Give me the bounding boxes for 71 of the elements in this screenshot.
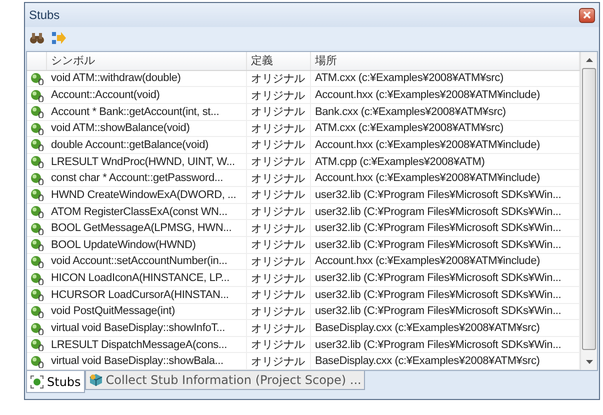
stub-icon — [30, 155, 44, 168]
table-cell: オリジナル — [247, 336, 311, 352]
table-cell: HWND CreateWindowExA(DWORD, ... — [47, 187, 247, 203]
column-header[interactable]: シンボル — [47, 52, 247, 70]
stub-icon — [30, 304, 44, 318]
table-cell: オリジナル — [247, 154, 311, 170]
table-cell: オリジナル — [247, 170, 311, 186]
stub-icon — [30, 188, 44, 202]
table-cell: オリジナル — [247, 204, 311, 220]
stub-icon — [30, 88, 44, 102]
table-cell: オリジナル — [247, 320, 311, 336]
table-cell: ATOM RegisterClassExA(const WN... — [47, 204, 247, 220]
up-arrow-icon[interactable] — [586, 58, 592, 62]
stub-icon — [30, 272, 44, 285]
table-cell: virtual void BaseDisplay::showInfoT... — [47, 320, 247, 336]
table-cell: オリジナル — [247, 237, 311, 253]
table-cell: オリジナル — [247, 137, 311, 153]
stub-icon — [30, 374, 44, 388]
stub-icon — [30, 122, 44, 135]
stub-icon — [30, 172, 44, 185]
binoculars-icon — [29, 30, 45, 46]
stub-icon — [30, 322, 44, 335]
scroll-thumb[interactable] — [582, 68, 596, 350]
stub-icon — [30, 205, 44, 218]
table-cell: オリジナル — [247, 70, 311, 86]
table-cell: オリジナル — [247, 120, 311, 136]
collect-button[interactable] — [51, 30, 67, 46]
table-cell: オリジナル — [247, 220, 311, 236]
table-cell: Account * Bank::getAccount(int, st... — [47, 104, 247, 120]
scrollbar[interactable] — [580, 52, 597, 370]
panel-tab[interactable]: Stubs — [26, 371, 85, 393]
stub-icon — [30, 105, 44, 118]
close-icon — [583, 11, 591, 19]
table-cell: オリジナル — [247, 254, 311, 270]
stub-icon — [30, 254, 44, 268]
table-cell: HCURSOR LoadCursorA(HINSTAN... — [47, 286, 247, 303]
table-cell: オリジナル — [247, 87, 311, 103]
table-cell: オリジナル — [247, 286, 311, 303]
table-cell: double Account::getBalance(void) — [47, 137, 247, 153]
table-cell: オリジナル — [247, 187, 311, 203]
table-cell: オリジナル — [247, 353, 311, 370]
stub-icon — [30, 72, 44, 85]
table-cell: HICON LoadIconA(HINSTANCE, LP... — [47, 270, 247, 286]
table-cell: void Account::setAccountNumber(in... — [47, 254, 247, 270]
table-cell: LRESULT WndProc(HWND, UINT, W... — [47, 154, 247, 170]
table-cell: void ATM::showBalance(void) — [47, 120, 247, 136]
stub-icon — [30, 354, 44, 368]
table-cell: Account::Account(void) — [47, 87, 247, 103]
panel-tab[interactable]: Collect Stub Information (Project Scope) ... — [84, 371, 366, 390]
stub-icon — [30, 338, 44, 352]
table-cell: LRESULT DispatchMessageA(cons... — [47, 336, 247, 352]
table-cell: オリジナル — [247, 270, 311, 286]
table-cell: BOOL GetMessageA(LPMSG, HWN... — [47, 220, 247, 236]
down-arrow-icon[interactable] — [586, 360, 592, 364]
stub-icon — [30, 138, 44, 152]
table-cell: BOOL UpdateWindow(HWND) — [47, 237, 247, 253]
stub-icon — [30, 238, 44, 252]
find-button[interactable] — [29, 30, 45, 46]
stub-icon — [30, 222, 44, 235]
column-header[interactable]: 定義 — [247, 52, 311, 70]
close-button[interactable] — [579, 8, 595, 22]
cube-icon — [88, 373, 103, 387]
table-cell: void PostQuitMessage(int) — [47, 304, 247, 320]
table-cell: オリジナル — [247, 104, 311, 120]
window-title: Stubs — [29, 8, 60, 22]
table-cell: void ATM::withdraw(double) — [47, 70, 247, 86]
table-cell: オリジナル — [247, 304, 311, 320]
table-cell: virtual void BaseDisplay::showBala... — [47, 353, 247, 370]
arrows-icon — [51, 30, 67, 46]
table-cell: const char * Account::getPassword... — [47, 170, 247, 186]
stub-icon — [30, 288, 44, 302]
